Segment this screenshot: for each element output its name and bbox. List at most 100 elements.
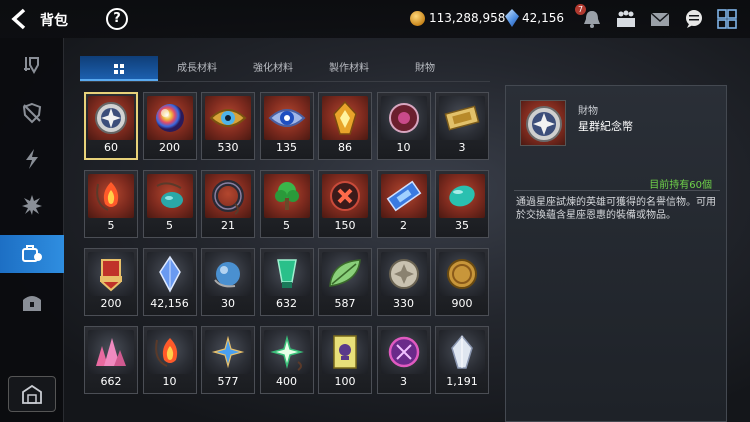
item-slot[interactable]: 3: [376, 326, 431, 394]
red-flame-pendant-icon: [146, 330, 193, 374]
item-count: 900: [451, 297, 473, 310]
category-sidebar: [0, 38, 64, 422]
tab-all[interactable]: [80, 56, 158, 81]
teal-pendant-icon: [146, 174, 193, 218]
item-count: 42,156: [150, 297, 189, 310]
green-tree-pendant-icon: [263, 174, 310, 218]
item-slot[interactable]: 200: [142, 92, 197, 160]
item-count: 662: [100, 375, 122, 388]
red-banner-crest-icon: [88, 252, 134, 296]
item-slot[interactable]: 135: [259, 92, 314, 160]
item-count: 587: [334, 297, 356, 310]
gem-icon: [505, 9, 519, 27]
storage-button[interactable]: [8, 376, 56, 412]
gold-eye-emblem-icon: [205, 96, 251, 140]
notification-badge: 7: [575, 4, 586, 15]
sidebar-armor-icon[interactable]: [0, 94, 64, 132]
detail-category: 財物: [578, 106, 598, 117]
sidebar-weapon-icon[interactable]: [0, 46, 64, 84]
guild-icon[interactable]: [615, 9, 637, 29]
item-slot[interactable]: 200: [84, 248, 138, 316]
item-count: 21: [221, 219, 235, 232]
pink-crystal-cluster-icon: [88, 330, 134, 374]
item-count: 10: [162, 375, 177, 388]
item-count: 135: [276, 141, 297, 154]
rainbow-orb-icon: [146, 96, 193, 140]
item-count: 10: [396, 141, 411, 154]
item-slot[interactable]: 5: [84, 170, 138, 238]
mail-icon[interactable]: [649, 9, 671, 29]
item-slot[interactable]: 1,191: [435, 326, 489, 394]
item-slot[interactable]: 587: [318, 248, 372, 316]
item-count: 5: [107, 219, 115, 232]
item-slot[interactable]: 577: [201, 326, 255, 394]
item-slot[interactable]: 10: [376, 92, 431, 160]
star-emblem-coin-icon: [88, 96, 134, 140]
tab-growth-materials[interactable]: 成長材料: [162, 56, 232, 81]
help-button[interactable]: ?: [106, 8, 128, 30]
gold-coin-icon: [410, 11, 425, 26]
item-slot[interactable]: 5: [259, 170, 314, 238]
item-slot[interactable]: 21: [201, 170, 255, 238]
item-count: 3: [400, 375, 407, 388]
sidebar-skill-icon[interactable]: [0, 140, 64, 178]
detail-item-name: 星群紀念幣: [578, 120, 633, 133]
item-slot[interactable]: 60: [84, 92, 138, 160]
item-slot[interactable]: 86: [318, 92, 372, 160]
sidebar-materials-icon[interactable]: [0, 235, 64, 273]
item-slot[interactable]: 662: [84, 326, 138, 394]
item-slot[interactable]: 100: [318, 326, 372, 394]
item-count: 3: [458, 141, 466, 154]
blue-star-pendant-icon: [205, 330, 251, 374]
item-slot[interactable]: 530: [201, 92, 255, 160]
back-arrow-icon[interactable]: [10, 8, 34, 30]
item-slot[interactable]: 3: [435, 92, 489, 160]
sidebar-chest-icon[interactable]: [0, 284, 64, 322]
item-slot[interactable]: 900: [435, 248, 489, 316]
item-count: 5: [283, 219, 290, 232]
item-count: 35: [455, 219, 469, 232]
top-bar: 背包 ? 113,288,958 42,156 7: [0, 0, 750, 38]
purple-rune-coin-icon: [380, 330, 427, 374]
item-detail-panel: 財物 星群紀念幣 目前持有60個 通過星座試煉的英雄可獲得的名譽信物。可用於交換…: [505, 85, 727, 422]
item-count: 2: [400, 219, 407, 232]
item-count: 400: [276, 375, 297, 388]
white-crystal-icon: [439, 330, 485, 374]
detail-description: 通過星座試煉的英雄可獲得的名譽信物。可用於交換蘊含星座恩惠的裝備或物品。: [516, 197, 716, 221]
item-slot[interactable]: 400: [259, 326, 314, 394]
item-slot[interactable]: 35: [435, 170, 489, 238]
tab-property[interactable]: 財物: [390, 56, 460, 81]
item-count: 200: [100, 297, 122, 310]
item-slot[interactable]: 5: [142, 170, 197, 238]
flame-crystal-icon: [322, 96, 368, 140]
item-slot[interactable]: 632: [259, 248, 314, 316]
silver-star-coin-icon: [380, 252, 427, 296]
item-slot[interactable]: 2: [376, 170, 431, 238]
blue-pearl-icon: [205, 252, 251, 296]
item-count: 530: [217, 141, 239, 154]
tab-enhance-materials[interactable]: 強化材料: [238, 56, 308, 81]
item-slot[interactable]: 150: [318, 170, 372, 238]
sidebar-rune-icon[interactable]: [0, 186, 64, 224]
item-count: 86: [338, 141, 352, 154]
item-count: 60: [104, 141, 118, 154]
item-slot[interactable]: 10: [142, 326, 197, 394]
item-count: 5: [166, 219, 173, 232]
item-slot[interactable]: 30: [201, 248, 255, 316]
item-slot[interactable]: 42,156: [142, 248, 197, 316]
chat-icon[interactable]: [683, 9, 705, 29]
divider: [514, 190, 720, 191]
grid-menu-icon[interactable]: [716, 9, 738, 29]
detail-held-count: 目前持有60個: [649, 180, 712, 191]
red-cross-seal-icon: [322, 174, 368, 218]
item-count: 1,191: [446, 375, 478, 388]
item-slot[interactable]: 330: [376, 248, 431, 316]
blue-eye-emblem-icon: [263, 96, 310, 140]
item-count: 200: [159, 141, 180, 154]
tab-craft-materials[interactable]: 製作材料: [314, 56, 384, 81]
item-count: 100: [334, 375, 356, 388]
golden-ticket-icon: [439, 96, 485, 140]
teal-gem-icon: [439, 174, 485, 218]
item-count: 150: [334, 219, 356, 232]
gold-amount: 113,288,958: [429, 11, 506, 25]
